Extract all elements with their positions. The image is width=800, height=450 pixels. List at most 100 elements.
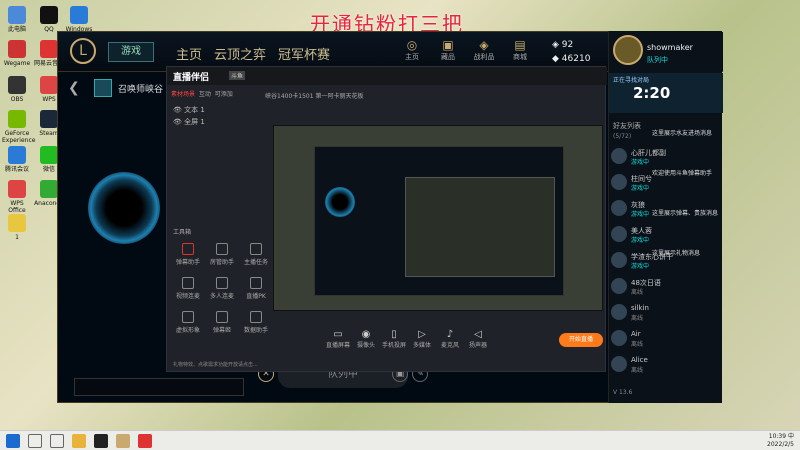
tool-item[interactable]: 弹幕姬 [209, 311, 235, 334]
explorer-icon[interactable] [72, 434, 86, 448]
friend-item[interactable]: Air 离线 [611, 329, 721, 349]
tool-item[interactable]: 数据助手 [243, 311, 269, 334]
friend-status: 离线 [631, 341, 644, 348]
tool-item[interactable]: 虚拟形象 [175, 311, 201, 334]
tool-item[interactable]: 多人连麦 [209, 277, 235, 300]
desktop-icon[interactable]: 1 [2, 214, 32, 241]
tool-item[interactable]: 直播PK [243, 277, 269, 300]
friend-item[interactable]: 心肝儿都副 游戏中 [611, 147, 721, 167]
desktop-icon[interactable]: OBS [2, 76, 32, 103]
danmaku-message: 这里展示水友进场消息 [652, 130, 713, 137]
danmaku-message: 这里展示弹幕、贵族消息 [652, 210, 719, 217]
desktop-icon[interactable]: Wegame [2, 40, 32, 67]
friend-avatar [611, 174, 627, 190]
source-icon: ♪ [446, 329, 454, 340]
friend-item[interactable]: 48次日语 离线 [611, 277, 721, 297]
app-icon [8, 76, 26, 94]
search-icon[interactable] [28, 434, 42, 448]
nested-tool-preview [405, 177, 555, 277]
taskbar: 10:39 中 2022/2/5 [0, 430, 800, 450]
collection-icon[interactable]: ▣ 藏品 [434, 38, 462, 62]
friend-status: 离线 [631, 289, 644, 296]
profile-status: 队列中 [647, 56, 668, 64]
nav-tft[interactable]: 云顶之弈 [214, 44, 266, 63]
tool-notice: 礼物特效、点歌需求功能开放请点击... [173, 362, 258, 368]
app-icon [70, 6, 88, 24]
tool-item[interactable]: 弹幕助手 [175, 243, 201, 266]
stream-preview [273, 125, 603, 311]
desktop-icon-label: GeForce Experience [2, 130, 36, 144]
scene-item[interactable]: 👁 全屏 1 [173, 117, 205, 127]
desktop-icon[interactable]: 腾讯会议 [2, 146, 32, 173]
tool-label: 直播PK [246, 293, 266, 300]
tool-label: 虚拟形象 [175, 327, 200, 334]
desktop-icon-label: 此电脑 [7, 26, 26, 33]
profile-avatar[interactable] [613, 35, 643, 65]
friend-item[interactable]: 美人蓉 游戏中 [611, 225, 721, 245]
desktop-icon[interactable]: WPS Office [2, 180, 32, 214]
tool-item[interactable]: 房管助手 [209, 243, 235, 266]
desktop-icon-label: 1 [15, 234, 19, 241]
tool-icon [250, 243, 262, 255]
task-view-icon[interactable] [50, 434, 64, 448]
tool-label: 弹幕助手 [175, 259, 200, 266]
source-label: 手机投屏 [381, 342, 406, 349]
loot-icon[interactable]: ◈ 战利品 [470, 38, 498, 62]
tool-label: 弹幕姬 [212, 327, 231, 334]
scene-item[interactable]: 👁 文本 1 [173, 105, 205, 115]
queue-portal-graphic [88, 172, 160, 244]
back-arrow-icon[interactable]: ❮ [68, 80, 80, 96]
tool-icon [216, 243, 228, 255]
source-button[interactable]: ▷ 多媒体 [409, 329, 435, 349]
tab-interact[interactable]: 互动 [199, 91, 211, 98]
friend-status: 游戏中 [631, 263, 650, 270]
tool-item[interactable]: 视频连麦 [175, 277, 201, 300]
source-button[interactable]: ▯ 手机投屏 [381, 329, 407, 349]
queue-timer: 2:20 [633, 84, 671, 102]
rp-balance: ◈ 92 [552, 40, 574, 50]
friend-avatar [611, 252, 627, 268]
tab-material[interactable]: 素材场景 [171, 91, 195, 98]
tool-label: 主播任务 [243, 259, 268, 266]
tab-add[interactable]: 可添加 [215, 91, 233, 98]
lobby-chat-input[interactable] [74, 378, 244, 396]
app-icon [8, 110, 26, 128]
source-button[interactable]: ♪ 麦克风 [437, 329, 463, 349]
source-icon: ◉ [361, 329, 371, 340]
store-icon[interactable]: ▤ 商城 [506, 38, 534, 62]
source-button[interactable]: ◉ 摄像头 [353, 329, 379, 349]
desktop-icon-label: WPS Office [8, 200, 26, 214]
danmaku-message: 这里展示礼物消息 [652, 250, 701, 257]
play-button[interactable]: 游戏 [108, 42, 154, 62]
tool-item[interactable]: 主播任务 [243, 243, 269, 266]
nested-preview-frame [314, 146, 564, 296]
lol-taskbar-icon[interactable] [116, 434, 130, 448]
nav-clash[interactable]: 冠军杯赛 [278, 44, 330, 63]
go-live-button[interactable]: 开始直播 [559, 333, 603, 347]
desktop-icon[interactable]: 此电脑 [2, 6, 32, 33]
scene-tabs: 素材场景 互动 可添加 [171, 89, 233, 98]
app-icon [40, 146, 58, 164]
tool-icon [182, 277, 194, 289]
desktop-icon-label: 腾讯会议 [4, 166, 29, 173]
friend-status: 游戏中 [631, 159, 650, 166]
start-icon[interactable] [6, 434, 20, 448]
friend-avatar [611, 330, 627, 346]
tool-title-bar: 直播伴侣 斗鱼 [167, 67, 607, 85]
platform-badge: 斗鱼 [229, 71, 246, 80]
friend-item[interactable]: Alice 离线 [611, 355, 721, 375]
nav-home[interactable]: 主页 [176, 44, 202, 63]
friend-name: silkin [631, 304, 649, 312]
desktop-icon[interactable]: QQ [34, 6, 64, 33]
friend-item[interactable]: silkin 离线 [611, 303, 721, 323]
home-icon[interactable]: ◎ 主页 [398, 38, 426, 62]
app-icon [8, 180, 26, 198]
stream-tool-window: 直播伴侣 斗鱼 素材场景 互动 可添加 👁 文本 1 👁 全屏 1 工具箱 峡谷… [166, 66, 607, 372]
app-icon[interactable] [94, 434, 108, 448]
friend-avatar [611, 148, 627, 164]
source-button[interactable]: ◁ 扬声器 [465, 329, 491, 349]
source-button[interactable]: ▭ 直播屏幕 [325, 329, 351, 349]
nested-portal-graphic [325, 187, 355, 217]
stream-tool-taskbar-icon[interactable] [138, 434, 152, 448]
desktop-icon[interactable]: GeForce Experience [2, 110, 36, 144]
